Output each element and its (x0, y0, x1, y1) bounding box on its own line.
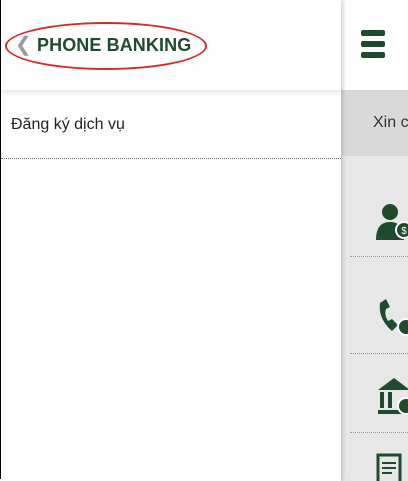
document-icon (376, 453, 402, 481)
service-item-document[interactable] (350, 433, 408, 481)
service-item-user-money[interactable]: $ (350, 180, 408, 257)
user-money-icon: $ (376, 204, 408, 240)
service-item-phone-money[interactable] (350, 277, 408, 354)
svg-text:$: $ (401, 226, 407, 237)
app-header (341, 0, 408, 90)
greeting-banner: Xin c (341, 90, 408, 156)
greeting-text: Xin c (373, 114, 408, 131)
service-item-bank-money[interactable] (350, 356, 408, 433)
menu-item-label: Đăng ký dịch vụ (11, 116, 125, 133)
drawer-header: ❮ PHONE BANKING (1, 0, 341, 90)
highlight-annotation (5, 22, 207, 70)
hamburger-menu-icon[interactable] (361, 30, 385, 60)
bank-money-icon (378, 378, 408, 415)
menu-item-register-service[interactable]: Đăng ký dịch vụ (1, 100, 341, 159)
side-drawer: ❮ PHONE BANKING Đăng ký dịch vụ (1, 0, 341, 481)
phone-money-icon (379, 299, 408, 336)
